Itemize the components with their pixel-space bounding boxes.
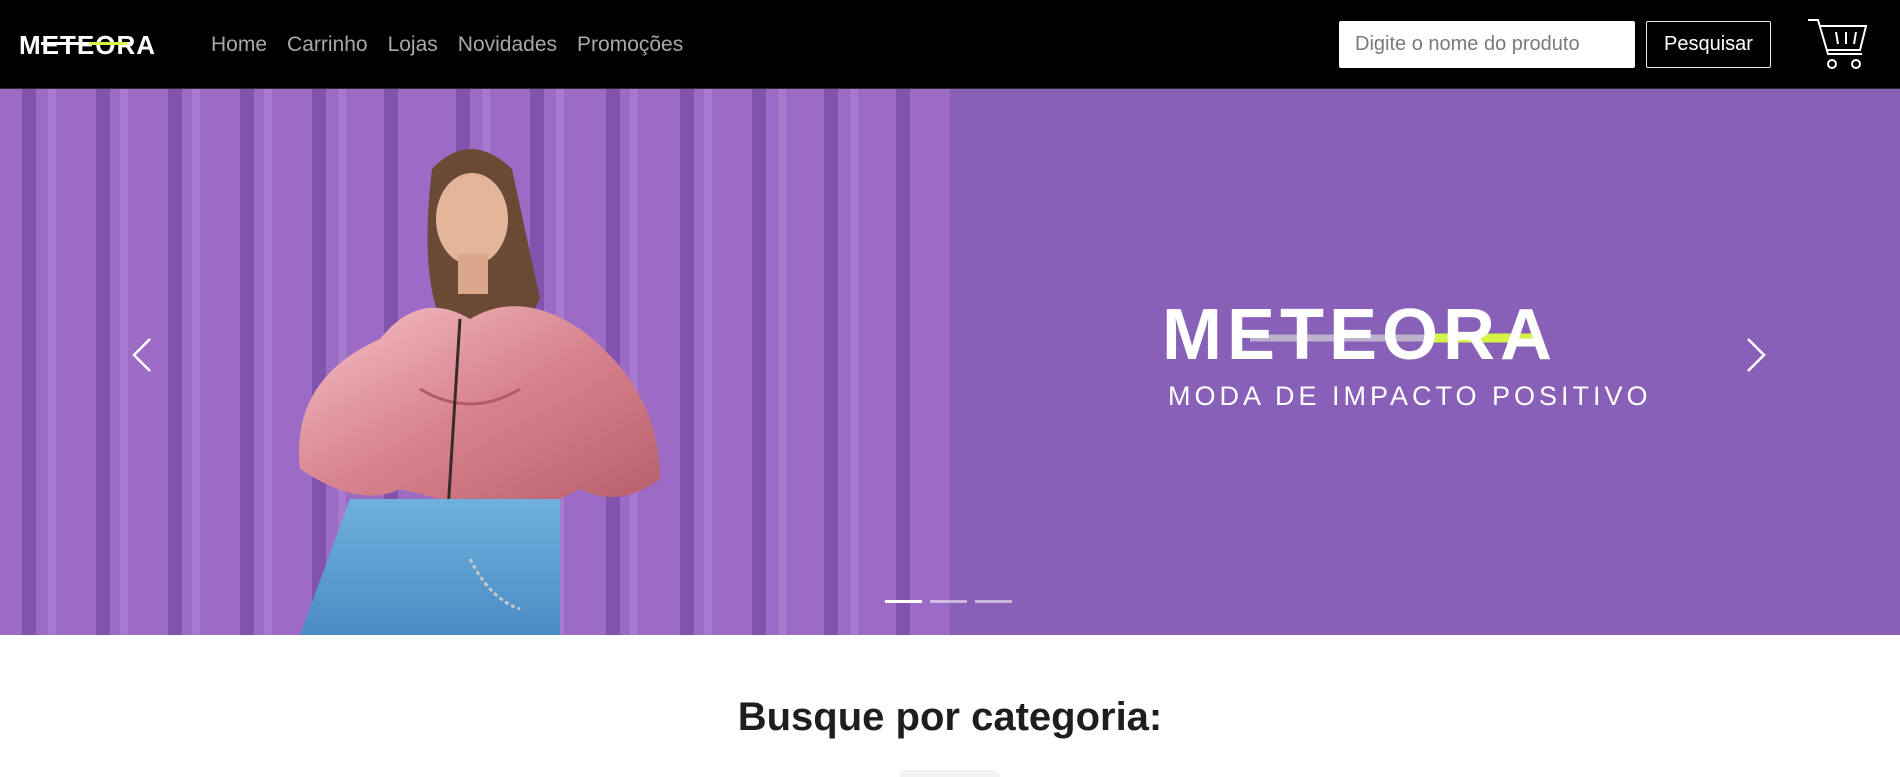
brand-logo[interactable]: METEORA: [19, 30, 179, 60]
chevron-right-icon: [1747, 338, 1766, 372]
search-button[interactable]: Pesquisar: [1646, 21, 1771, 68]
carousel-prev-button[interactable]: [112, 325, 172, 385]
carousel-next-button[interactable]: [1726, 325, 1786, 385]
shopping-cart-icon: [1808, 19, 1868, 69]
nav-links: Home Carrinho Lojas Novidades Promoções: [211, 0, 703, 89]
meteora-logo-icon: METEORA: [19, 30, 155, 60]
hero-carousel: METEORA MODA DE IMPACTO POSITIVO: [0, 89, 1900, 635]
nav-lojas[interactable]: Lojas: [388, 33, 438, 57]
carousel-indicator-1[interactable]: [885, 600, 922, 603]
nav-novidades[interactable]: Novidades: [458, 33, 557, 57]
carousel-indicator-3[interactable]: [975, 600, 1012, 603]
category-item-peek[interactable]: [900, 770, 1000, 777]
search-input[interactable]: [1339, 21, 1635, 68]
nav-promocoes[interactable]: Promoções: [577, 33, 683, 57]
nav-carrinho[interactable]: Carrinho: [287, 33, 368, 57]
carousel-indicators: [885, 600, 1012, 603]
hero-tagline: MODA DE IMPACTO POSITIVO: [1168, 381, 1652, 411]
carousel-indicator-2[interactable]: [930, 600, 967, 603]
category-section-title: Busque por categoria:: [737, 695, 1163, 739]
nav-home[interactable]: Home: [211, 33, 267, 57]
navbar: METEORA Home Carrinho Lojas Novidades Pr…: [0, 0, 1900, 89]
chevron-left-icon: [132, 338, 151, 372]
cart-button[interactable]: [1806, 16, 1870, 72]
hero-brand-text: METEORA: [1162, 295, 1557, 375]
